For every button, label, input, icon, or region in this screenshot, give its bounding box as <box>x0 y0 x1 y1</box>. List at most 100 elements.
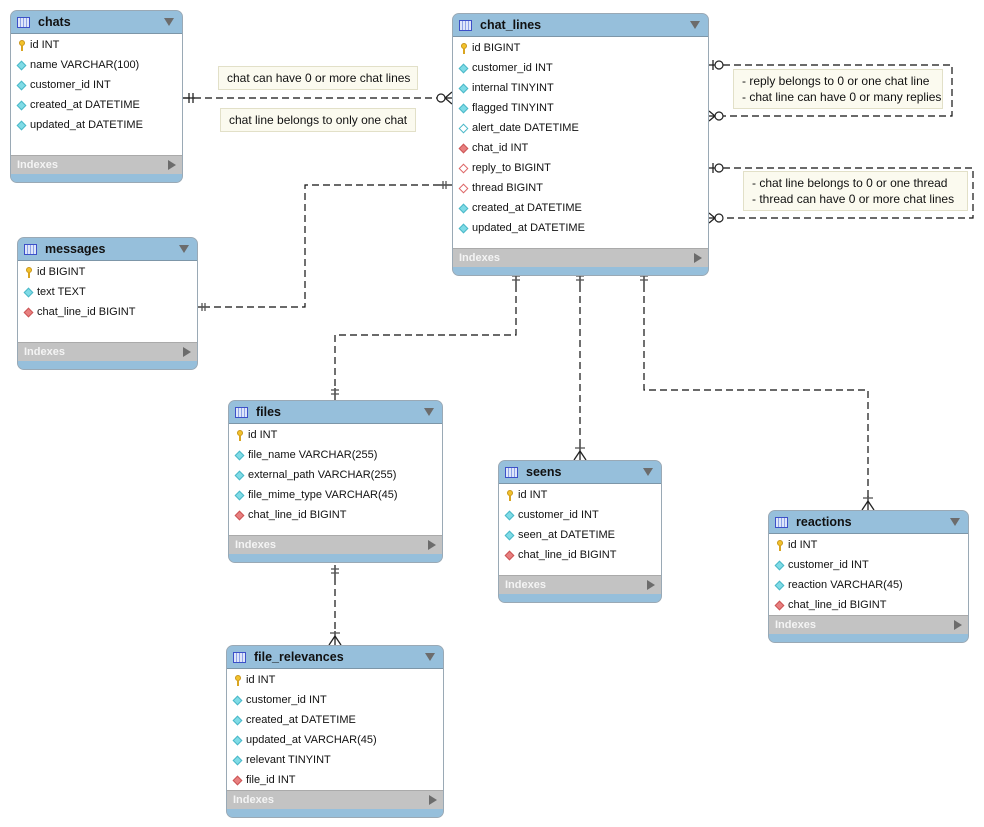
table-messages[interactable]: messages id BIGINT text TEXT chat_line_id B… <box>17 237 198 370</box>
column-icon <box>458 203 469 213</box>
column-row[interactable]: reply_to BIGINT <box>453 158 708 178</box>
crow-foot-icon <box>328 635 336 646</box>
table-files[interactable]: files id INT file_name VARCHAR(255) externa… <box>228 400 443 563</box>
primary-key-icon <box>16 39 27 51</box>
column-row[interactable]: text TEXT <box>18 282 197 302</box>
foreign-key-icon <box>23 307 34 317</box>
column-row[interactable]: updated_at DATETIME <box>11 115 182 135</box>
column-row[interactable]: chat_line_id BIGINT <box>229 505 442 525</box>
indexes-label: Indexes <box>459 252 500 264</box>
indexes-section[interactable]: Indexes <box>769 615 968 634</box>
expand-arrow-icon[interactable] <box>647 580 655 590</box>
column-row[interactable]: file_mime_type VARCHAR(45) <box>229 485 442 505</box>
column-name: file_id INT <box>246 774 296 786</box>
crow-foot-icon <box>708 115 716 122</box>
note-reply[interactable]: - reply belongs to 0 or one chat line - c… <box>733 69 943 109</box>
column-list: id BIGINT customer_id INT internal TINYINT… <box>453 37 708 248</box>
column-name: name VARCHAR(100) <box>30 59 140 71</box>
expand-arrow-icon[interactable] <box>183 347 191 357</box>
note-line-one-chat[interactable]: chat line belongs to only one chat <box>220 108 416 132</box>
column-row[interactable]: customer_id INT <box>11 75 182 95</box>
column-row[interactable]: name VARCHAR(100) <box>11 55 182 75</box>
table-header[interactable]: messages <box>18 238 197 261</box>
column-row[interactable]: file_name VARCHAR(255) <box>229 445 442 465</box>
table-reactions[interactable]: reactions id INT customer_id INT reaction V… <box>768 510 969 643</box>
column-name: external_path VARCHAR(255) <box>248 469 397 481</box>
indexes-section[interactable]: Indexes <box>18 342 197 361</box>
expand-arrow-icon[interactable] <box>694 253 702 263</box>
table-chats[interactable]: chats id INT name VARCHAR(100) customer_id … <box>10 10 183 183</box>
column-row[interactable]: customer_id INT <box>499 505 661 525</box>
indexes-section[interactable]: Indexes <box>11 155 182 174</box>
table-header[interactable]: file_relevances <box>227 646 443 669</box>
table-footer <box>499 594 661 602</box>
zero-circle-icon <box>714 163 724 173</box>
column-row[interactable]: relevant TINYINT <box>227 750 443 770</box>
column-row[interactable]: thread BIGINT <box>453 178 708 198</box>
nullable-foreign-key-icon <box>458 183 469 193</box>
column-row[interactable]: created_at DATETIME <box>227 710 443 730</box>
column-icon <box>232 695 243 705</box>
collapse-caret-icon[interactable] <box>164 18 174 26</box>
column-row[interactable]: id INT <box>499 485 661 505</box>
collapse-caret-icon[interactable] <box>643 468 653 476</box>
column-name: id BIGINT <box>472 42 521 54</box>
indexes-section[interactable]: Indexes <box>227 790 443 809</box>
column-row[interactable]: updated_at DATETIME <box>453 218 708 238</box>
table-header[interactable]: chats <box>11 11 182 34</box>
column-row[interactable]: internal TINYINT <box>453 78 708 98</box>
collapse-caret-icon[interactable] <box>179 245 189 253</box>
collapse-caret-icon[interactable] <box>424 408 434 416</box>
table-file-relevances[interactable]: file_relevances id INT customer_id INT crea… <box>226 645 444 818</box>
column-row[interactable]: flagged TINYINT <box>453 98 708 118</box>
crow-foot-icon <box>579 450 587 461</box>
table-chat-lines[interactable]: chat_linesid BIGINT customer_id INT intern… <box>452 13 709 276</box>
table-header[interactable]: seens <box>499 461 661 484</box>
column-row[interactable]: seen_at DATETIME <box>499 525 661 545</box>
column-row[interactable]: id INT <box>769 535 968 555</box>
table-header[interactable]: reactions <box>769 511 968 534</box>
column-row[interactable]: created_at DATETIME <box>11 95 182 115</box>
column-row[interactable]: chat_line_id BIGINT <box>18 302 197 322</box>
column-row[interactable]: customer_id INT <box>227 690 443 710</box>
table-footer <box>453 267 708 275</box>
expand-arrow-icon[interactable] <box>429 795 437 805</box>
expand-arrow-icon[interactable] <box>428 540 436 550</box>
column-row[interactable]: chat_line_id BIGINT <box>769 595 968 615</box>
column-row[interactable]: reaction VARCHAR(45) <box>769 575 968 595</box>
note-chat-many-lines[interactable]: chat can have 0 or more chat lines <box>218 66 418 90</box>
expand-arrow-icon[interactable] <box>954 620 962 630</box>
column-row[interactable]: file_id INT <box>227 770 443 790</box>
collapse-caret-icon[interactable] <box>690 21 700 29</box>
column-row[interactable]: id INT <box>227 670 443 690</box>
table-header[interactable]: files <box>229 401 442 424</box>
foreign-key-icon <box>458 143 469 153</box>
column-row[interactable]: customer_id INT <box>453 58 708 78</box>
column-row[interactable]: id INT <box>229 425 442 445</box>
table-header[interactable]: chat_lines <box>453 14 708 37</box>
collapse-caret-icon[interactable] <box>425 653 435 661</box>
collapse-caret-icon[interactable] <box>950 518 960 526</box>
column-row[interactable]: chat_id INT <box>453 138 708 158</box>
column-name: reaction VARCHAR(45) <box>788 579 903 591</box>
note-line: - chat line can have 0 or many replies <box>742 90 942 104</box>
table-seens[interactable]: seens id INT customer_id INT seen_at DATETI… <box>498 460 662 603</box>
note-thread[interactable]: - chat line belongs to 0 or one thread - … <box>743 171 968 211</box>
column-row[interactable]: id INT <box>11 35 182 55</box>
table-title: files <box>256 405 282 419</box>
column-row[interactable]: customer_id INT <box>769 555 968 575</box>
column-row[interactable]: id BIGINT <box>18 262 197 282</box>
column-row[interactable]: id BIGINT <box>453 38 708 58</box>
indexes-section[interactable]: Indexes <box>229 535 442 554</box>
indexes-section[interactable]: Indexes <box>453 248 708 267</box>
indexes-section[interactable]: Indexes <box>499 575 661 594</box>
column-row[interactable]: alert_date DATETIME <box>453 118 708 138</box>
column-row[interactable]: updated_at VARCHAR(45) <box>227 730 443 750</box>
column-row[interactable]: created_at DATETIME <box>453 198 708 218</box>
column-name: chat_id INT <box>472 142 529 154</box>
column-name: file_mime_type VARCHAR(45) <box>248 489 398 501</box>
expand-arrow-icon[interactable] <box>168 160 176 170</box>
table-footer <box>11 174 182 182</box>
column-row[interactable]: chat_line_id BIGINT <box>499 545 661 565</box>
column-row[interactable]: external_path VARCHAR(255) <box>229 465 442 485</box>
